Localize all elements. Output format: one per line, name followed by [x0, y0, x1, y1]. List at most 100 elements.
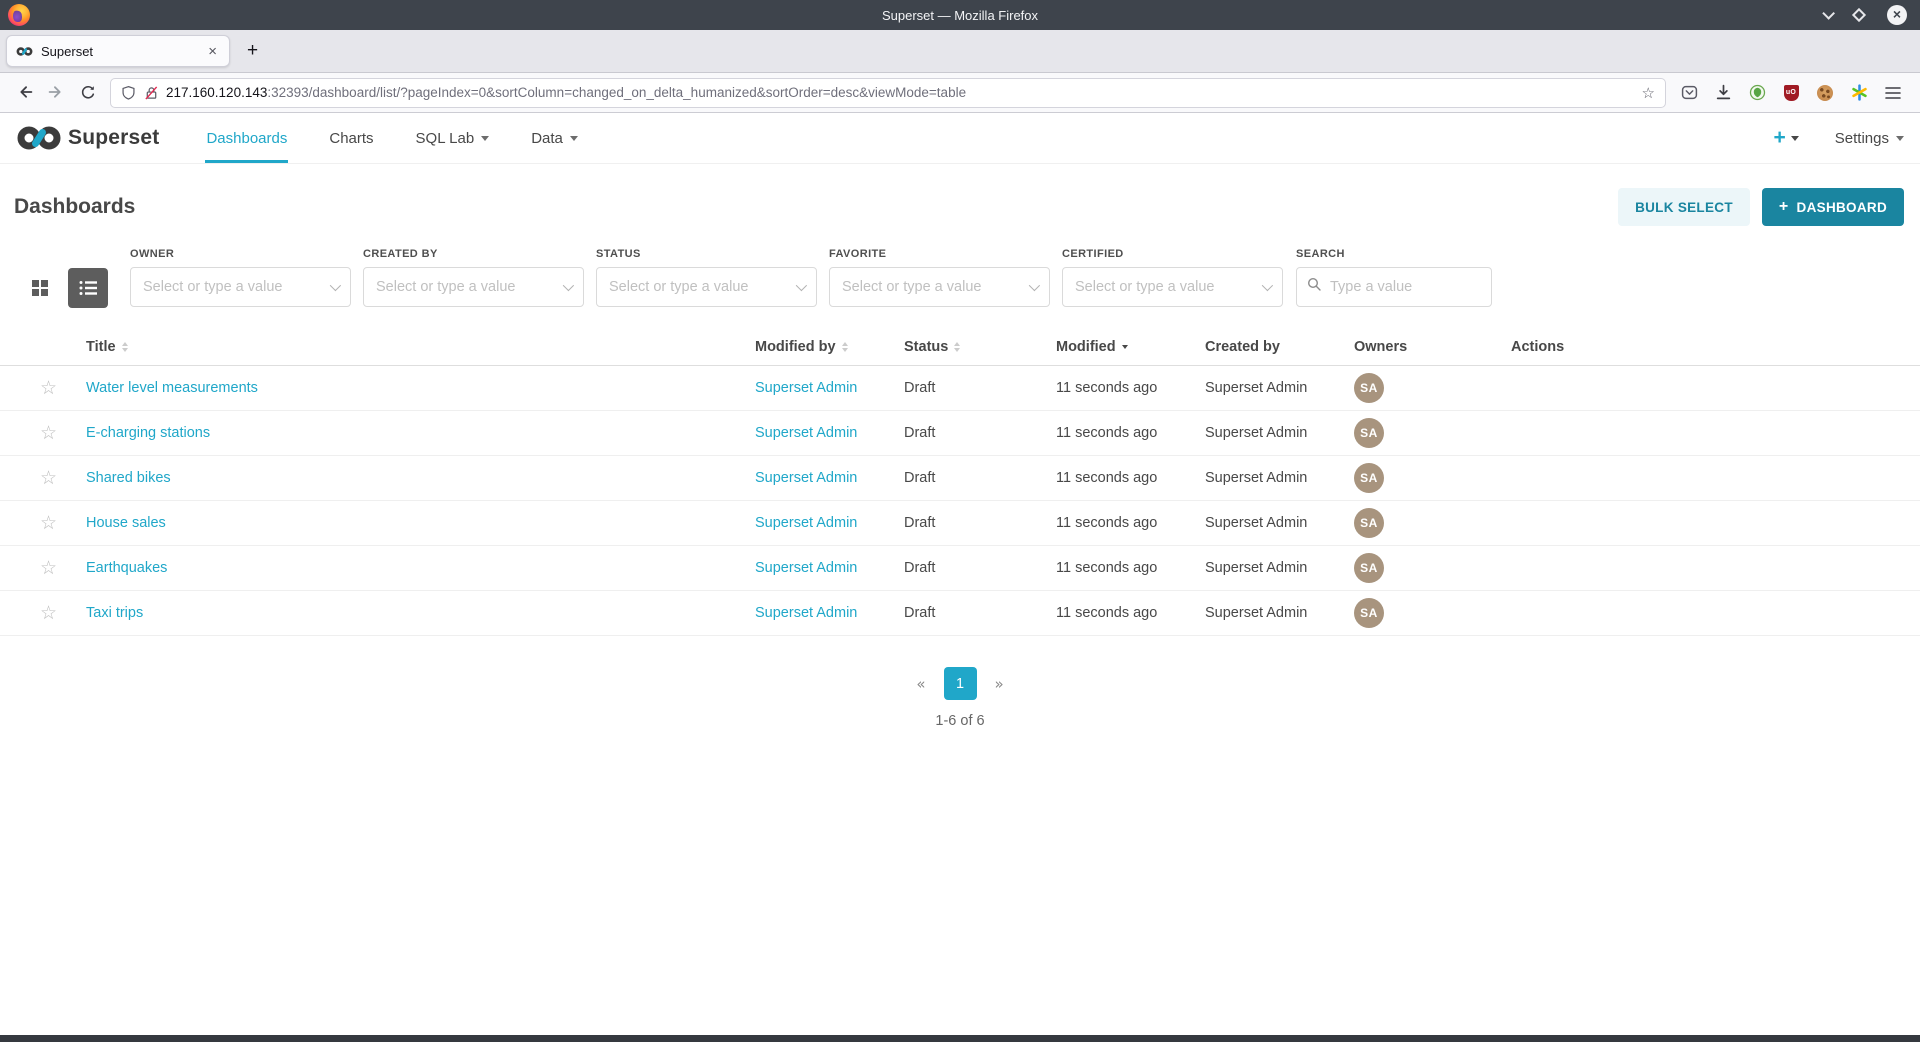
modified-cell: 11 seconds ago	[1056, 380, 1157, 396]
modified-by-link[interactable]: Superset Admin	[755, 560, 857, 576]
superset-brand[interactable]: Superset	[16, 113, 159, 163]
superset-favicon-icon	[16, 46, 33, 57]
status-cell: Draft	[904, 425, 935, 441]
favorite-star-icon[interactable]: ☆	[40, 377, 57, 399]
new-tab-button[interactable]: +	[236, 38, 269, 64]
created-by-cell: Superset Admin	[1205, 380, 1307, 396]
modified-by-link[interactable]: Superset Admin	[755, 605, 857, 621]
favorite-star-icon[interactable]: ☆	[40, 602, 57, 624]
owner-avatar[interactable]: SA	[1354, 553, 1384, 583]
sort-icon	[954, 342, 960, 352]
dashboard-title-link[interactable]: Shared bikes	[86, 470, 171, 486]
bookmark-star-icon[interactable]: ☆	[1634, 84, 1655, 102]
window-close-icon[interactable]: ×	[1887, 5, 1907, 25]
reload-icon[interactable]	[72, 78, 104, 108]
next-page-button[interactable]: »	[986, 671, 1013, 697]
tracking-shield-icon[interactable]	[121, 85, 136, 101]
modified-by-link[interactable]: Superset Admin	[755, 380, 857, 396]
card-view-toggle[interactable]	[20, 268, 60, 308]
status-cell: Draft	[904, 470, 935, 486]
list-view-toggle[interactable]	[68, 268, 108, 308]
chevron-down-icon	[570, 136, 578, 141]
modified-cell: 11 seconds ago	[1056, 605, 1157, 621]
owner-avatar[interactable]: SA	[1354, 463, 1384, 493]
insecure-lock-icon[interactable]	[144, 85, 159, 101]
owner-avatar[interactable]: SA	[1354, 373, 1384, 403]
favorite-star-icon[interactable]: ☆	[40, 467, 57, 489]
tab-close-icon[interactable]: ×	[205, 43, 220, 60]
chevron-down-icon	[563, 280, 574, 291]
page-title: Dashboards	[14, 195, 135, 219]
menu-hamburger-icon[interactable]	[1878, 78, 1908, 108]
filter-select[interactable]: Select or type a value	[1062, 267, 1283, 307]
back-icon[interactable]	[8, 78, 40, 108]
owner-avatar[interactable]: SA	[1354, 598, 1384, 628]
modified-cell: 11 seconds ago	[1056, 425, 1157, 441]
dashboard-title-link[interactable]: Water level measurements	[86, 380, 258, 396]
created-by-cell: Superset Admin	[1205, 470, 1307, 486]
cookie-extension-icon[interactable]	[1810, 78, 1840, 108]
owner-avatar[interactable]: SA	[1354, 508, 1384, 538]
nav-item-charts[interactable]: Charts	[328, 113, 374, 163]
extension-leaf-icon[interactable]	[1742, 78, 1772, 108]
search-input[interactable]	[1296, 267, 1492, 307]
favorite-star-icon[interactable]: ☆	[40, 557, 57, 579]
filter-placeholder: Select or type a value	[609, 279, 748, 295]
column-header-title[interactable]: Title	[86, 339, 755, 355]
modified-cell: 11 seconds ago	[1056, 515, 1157, 531]
forward-icon[interactable]	[40, 78, 72, 108]
search-filter-group: SEARCH	[1296, 248, 1492, 307]
nav-item-data[interactable]: Data	[530, 113, 579, 163]
browser-tab-superset[interactable]: Superset ×	[6, 35, 230, 67]
dashboard-title-link[interactable]: E-charging stations	[86, 425, 210, 441]
owner-avatar[interactable]: SA	[1354, 418, 1384, 448]
url-host: 217.160.120.143	[166, 85, 267, 100]
filter-select[interactable]: Select or type a value	[363, 267, 584, 307]
downloads-icon[interactable]	[1708, 78, 1738, 108]
column-header-modified-by[interactable]: Modified by	[755, 339, 904, 355]
modified-by-link[interactable]: Superset Admin	[755, 470, 857, 486]
filter-placeholder: Select or type a value	[1075, 279, 1214, 295]
colorful-asterisk-extension-icon[interactable]	[1844, 78, 1874, 108]
nav-item-dashboards[interactable]: Dashboards	[205, 113, 288, 163]
plus-icon: +	[1774, 126, 1786, 150]
prev-page-button[interactable]: «	[907, 671, 934, 697]
dashboard-title-link[interactable]: House sales	[86, 515, 166, 531]
sort-icon	[122, 342, 128, 352]
filter-label: FAVORITE	[829, 248, 1050, 260]
bulk-select-button[interactable]: BULK SELECT	[1618, 188, 1750, 226]
filter-select[interactable]: Select or type a value	[829, 267, 1050, 307]
window-maximize-icon[interactable]	[1852, 8, 1866, 22]
table-row: ☆ Water level measurements Superset Admi…	[0, 366, 1920, 411]
favorite-star-icon[interactable]: ☆	[40, 422, 57, 444]
page-1-button[interactable]: 1	[944, 667, 977, 700]
filter-select[interactable]: Select or type a value	[596, 267, 817, 307]
url-bar[interactable]: 217.160.120.143:32393/dashboard/list/?pa…	[110, 78, 1666, 108]
favorite-star-icon[interactable]: ☆	[40, 512, 57, 534]
window-minimize-icon[interactable]	[1822, 7, 1835, 20]
filter-group: FAVORITE Select or type a value	[829, 248, 1050, 307]
status-cell: Draft	[904, 560, 935, 576]
column-header-modified[interactable]: Modified	[1056, 339, 1205, 355]
modified-by-link[interactable]: Superset Admin	[755, 425, 857, 441]
url-text: 217.160.120.143:32393/dashboard/list/?pa…	[166, 85, 966, 100]
column-header-status[interactable]: Status	[904, 339, 1056, 355]
pagination: « 1 »	[0, 667, 1920, 700]
column-header-actions: Actions	[1511, 339, 1920, 355]
dashboard-title-link[interactable]: Taxi trips	[86, 605, 143, 621]
new-dashboard-button[interactable]: + DASHBOARD	[1762, 188, 1904, 226]
url-path: :32393/dashboard/list/?pageIndex=0&sortC…	[267, 85, 966, 100]
filter-bar: OWNER Select or type a value CREATED BY …	[0, 242, 1920, 308]
browser-tab-bar: Superset × +	[0, 30, 1920, 73]
browser-toolbar: 217.160.120.143:32393/dashboard/list/?pa…	[0, 73, 1920, 113]
modified-by-link[interactable]: Superset Admin	[755, 515, 857, 531]
plus-icon: +	[1779, 198, 1789, 216]
dashboard-title-link[interactable]: Earthquakes	[86, 560, 167, 576]
pocket-icon[interactable]	[1674, 78, 1704, 108]
new-item-dropdown-button[interactable]: +	[1774, 126, 1799, 150]
nav-item-sql-lab[interactable]: SQL Lab	[415, 113, 491, 163]
tab-title: Superset	[41, 44, 205, 59]
ublock-origin-icon[interactable]: uO	[1776, 78, 1806, 108]
filter-select[interactable]: Select or type a value	[130, 267, 351, 307]
settings-menu[interactable]: Settings	[1835, 130, 1904, 147]
